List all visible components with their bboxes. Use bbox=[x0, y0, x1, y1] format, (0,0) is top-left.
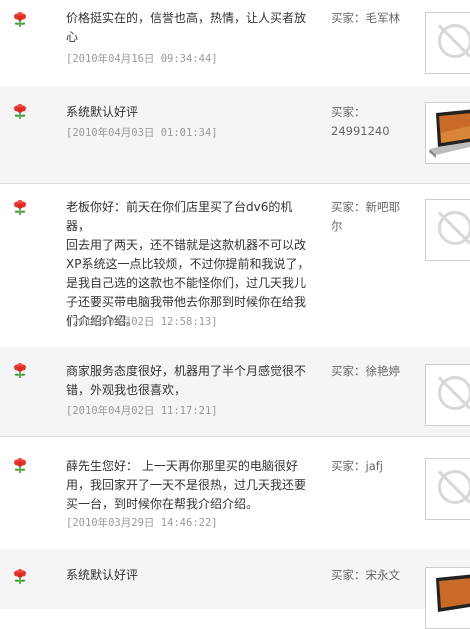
review-datetime: [2010年04月03日 01:01:34] bbox=[66, 127, 218, 139]
placeholder-image-icon[interactable] bbox=[425, 12, 470, 74]
placeholder-image-icon[interactable] bbox=[425, 199, 470, 261]
review-datetime: [2010年04月02日 12:58:13] bbox=[66, 316, 218, 328]
review-row: 价格挺实在的，信誉也高，热情，让人买者放 心 [2010年04月16日 09:3… bbox=[0, 0, 470, 87]
laptop-product-thumbnail[interactable] bbox=[425, 567, 470, 629]
placeholder-image-icon[interactable] bbox=[425, 458, 470, 520]
flower-rating-icon bbox=[12, 362, 28, 379]
flower-rating-icon bbox=[12, 11, 28, 28]
buyer-name: 买家：新吧耶 尔 bbox=[331, 200, 400, 233]
placeholder-image-icon[interactable] bbox=[425, 364, 470, 426]
review-comment: 系统默认好评 bbox=[66, 105, 139, 119]
review-row: 系统默认好评 买家：宋永文 bbox=[0, 549, 470, 629]
buyer-name: 买家： 24991240 bbox=[331, 105, 390, 138]
buyer-name: 买家：jafj bbox=[331, 459, 383, 473]
review-comment: 系统默认好评 bbox=[66, 568, 139, 582]
review-row: 商家服务态度很好，机器用了半个月感觉很不 错，外观我也很喜欢， [2010年04… bbox=[0, 347, 470, 437]
flower-rating-icon bbox=[12, 568, 28, 585]
review-row: 系统默认好评 [2010年04月03日 01:01:34] 买家： 249912… bbox=[0, 86, 470, 184]
review-datetime: [2010年04月16日 09:34:44] bbox=[66, 53, 218, 65]
flower-rating-icon bbox=[12, 199, 28, 216]
review-row: 薛先生您好： 上一天再你那里买的电脑很好 用，我回家开了一天不是很热，过几天我还… bbox=[0, 436, 470, 550]
buyer-name: 买家：徐艳婷 bbox=[331, 364, 400, 378]
buyer-name: 买家：毛军林 bbox=[331, 11, 400, 25]
review-datetime: [2010年04月02日 11:17:21] bbox=[66, 405, 218, 417]
review-comment: 薛先生您好： 上一天再你那里买的电脑很好 用，我回家开了一天不是很热，过几天我还… bbox=[66, 459, 307, 511]
review-comment: 老板你好：前天在你们店里买了台dv6的机器， 回去用了两天，还不错就是这款机器不… bbox=[66, 200, 310, 328]
flower-rating-icon bbox=[12, 103, 28, 120]
review-comment: 商家服务态度很好，机器用了半个月感觉很不 错，外观我也很喜欢， bbox=[66, 364, 307, 397]
flower-rating-icon bbox=[12, 457, 28, 474]
buyer-name: 买家：宋永文 bbox=[331, 568, 400, 582]
review-comment: 价格挺实在的，信誉也高，热情，让人买者放 心 bbox=[66, 11, 307, 44]
review-datetime: [2010年03月29日 14:46:22] bbox=[66, 517, 218, 529]
review-row: 老板你好：前天在你们店里买了台dv6的机器， 回去用了两天，还不错就是这款机器不… bbox=[0, 183, 470, 348]
laptop-product-thumbnail[interactable] bbox=[425, 102, 470, 164]
